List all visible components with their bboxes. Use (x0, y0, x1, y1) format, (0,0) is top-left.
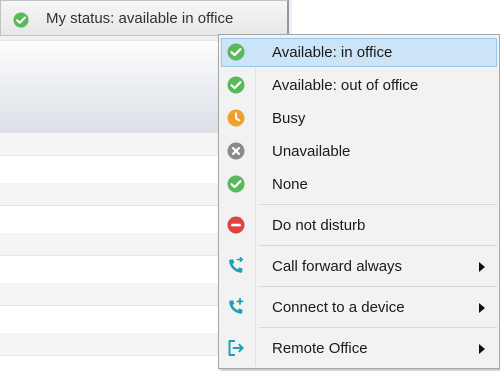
menu-item-label: Unavailable (272, 143, 351, 160)
submenu-arrow-icon (479, 344, 485, 354)
remote-office-icon (227, 339, 245, 357)
status-button-label: My status: available in office (46, 10, 234, 27)
menu-item-label: Do not disturb (272, 217, 366, 234)
gray-x-icon (227, 142, 245, 160)
menu-item-label: Remote Office (272, 340, 368, 357)
menu-separator (259, 327, 497, 328)
submenu-arrow-icon (479, 303, 485, 313)
menu-item-busy[interactable]: Busy (221, 104, 497, 133)
phone-add-icon (227, 297, 245, 316)
green-check-icon (13, 12, 29, 33)
menu-item-connect-to-a-device[interactable]: Connect to a device (221, 293, 497, 322)
menu-separator (259, 286, 497, 287)
status-menu: Available: in office Available: out of o… (218, 34, 500, 369)
menu-item-available-in-office[interactable]: Available: in office (221, 38, 497, 67)
menu-item-call-forward-always[interactable]: Call forward always (221, 252, 497, 281)
orange-clock-icon (227, 109, 245, 127)
green-check-icon (227, 76, 245, 94)
menu-item-unavailable[interactable]: Unavailable (221, 137, 497, 166)
menu-separator (259, 245, 497, 246)
my-status-button[interactable]: My status: available in office (0, 0, 289, 36)
menu-item-label: Connect to a device (272, 299, 405, 316)
green-check-icon (227, 43, 245, 61)
menu-item-label: Call forward always (272, 258, 403, 275)
submenu-arrow-icon (479, 262, 485, 272)
menu-item-label: None (272, 176, 308, 193)
green-check-icon (227, 175, 245, 193)
menu-separator (259, 204, 497, 205)
menu-item-none[interactable]: None (221, 170, 497, 199)
menu-item-remote-office[interactable]: Remote Office (221, 334, 497, 363)
phone-forward-icon (227, 257, 245, 275)
menu-item-do-not-disturb[interactable]: Do not disturb (221, 211, 497, 240)
red-minus-icon (227, 216, 245, 234)
menu-item-available-out-of-office[interactable]: Available: out of office (221, 71, 497, 100)
menu-item-label: Available: out of office (272, 77, 419, 94)
menu-item-label: Available: in office (272, 44, 393, 61)
menu-item-label: Busy (272, 110, 306, 127)
